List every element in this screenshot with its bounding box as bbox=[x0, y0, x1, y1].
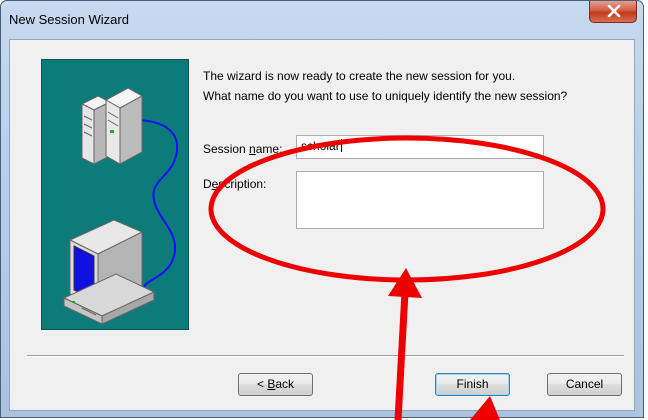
session-name-label-accel: n bbox=[249, 142, 256, 156]
wizard-client-area: The wizard is now ready to create the ne… bbox=[9, 39, 635, 411]
back-button-label: ack bbox=[275, 377, 295, 391]
wizard-window: New Session Wizard The wizard is now rea… bbox=[0, 0, 644, 418]
back-button[interactable]: < Back bbox=[238, 373, 313, 396]
description-input[interactable] bbox=[296, 171, 544, 229]
intro-line-2: What name do you want to use to uniquely… bbox=[203, 89, 568, 103]
close-button[interactable] bbox=[589, 1, 637, 23]
close-icon bbox=[607, 5, 621, 18]
wizard-illustration bbox=[41, 59, 189, 330]
text-caret bbox=[340, 139, 342, 152]
window-title: New Session Wizard bbox=[9, 12, 129, 27]
desktop-computer-icon bbox=[62, 219, 156, 325]
session-name-label-part: ame: bbox=[255, 142, 283, 156]
session-name-input[interactable]: scholar bbox=[296, 135, 544, 159]
description-label-part: D bbox=[203, 177, 212, 191]
session-name-value: scholar bbox=[301, 139, 340, 153]
intro-line-1: The wizard is now ready to create the ne… bbox=[203, 69, 516, 83]
finish-button[interactable]: Finish bbox=[435, 373, 510, 396]
session-name-label-part: ion bbox=[229, 142, 250, 156]
title-bar[interactable]: New Session Wizard bbox=[1, 1, 643, 39]
back-button-label: < bbox=[256, 377, 268, 391]
session-name-label-part: Sess bbox=[203, 142, 230, 156]
server-tower-icon bbox=[80, 87, 144, 165]
description-label-part: scription: bbox=[218, 177, 267, 191]
description-label: Description: bbox=[203, 177, 266, 191]
cancel-button[interactable]: Cancel bbox=[547, 373, 622, 396]
session-name-label: Session name: bbox=[203, 142, 282, 156]
button-area-divider bbox=[27, 355, 624, 357]
wizard-intro-text: The wizard is now ready to create the ne… bbox=[203, 66, 567, 106]
